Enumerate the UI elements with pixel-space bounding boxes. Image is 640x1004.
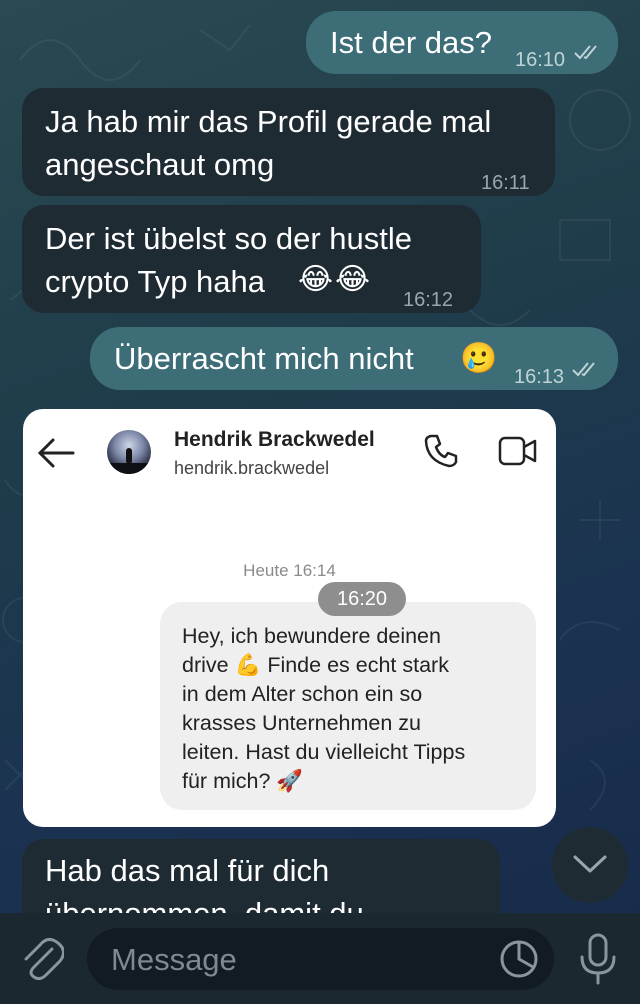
- dm-message-text: Hey, ich bewundere deinen drive 💪 Finde …: [182, 624, 466, 793]
- message-text: Überrascht mich nicht: [114, 341, 414, 376]
- mic-icon[interactable]: [578, 933, 618, 985]
- message-text-line1: Ja hab mir das Profil gerade mal: [45, 104, 492, 139]
- message-input[interactable]: Message: [87, 928, 554, 990]
- date-separator: Heute 16:14: [243, 561, 336, 580]
- attach-icon[interactable]: [20, 935, 64, 983]
- message-time: 16:12: [403, 289, 454, 311]
- image-time-badge: 16:20: [318, 582, 406, 616]
- contact-name: Hendrik Brackwedel: [174, 428, 375, 451]
- contact-handle: hendrik.brackwedel: [174, 458, 330, 478]
- phone-icon: [424, 434, 458, 468]
- screenshot-image-message[interactable]: Hendrik Brackwedel hendrik.brackwedel He…: [23, 409, 556, 827]
- message-placeholder: Message: [111, 942, 237, 977]
- sticker-icon[interactable]: [499, 939, 539, 979]
- video-icon: [498, 436, 537, 466]
- back-arrow-icon: [37, 438, 75, 468]
- message-outgoing-1[interactable]: Ist der das? 16:10: [306, 11, 618, 74]
- smiling-tear-emoji: 🥲: [460, 342, 498, 375]
- chevron-down-icon: [573, 855, 607, 873]
- avatar: [107, 430, 151, 474]
- message-time: 16:11: [481, 172, 530, 194]
- message-incoming-2[interactable]: Der ist übelst so der hustle crypto Typ …: [22, 205, 481, 313]
- message-text-line1: Der ist übelst so der hustle: [45, 221, 413, 256]
- message-incoming-1[interactable]: Ja hab mir das Profil gerade mal angesch…: [22, 88, 555, 196]
- message-time: 16:10: [515, 49, 566, 71]
- double-check-icon: [572, 362, 595, 377]
- laughing-emoji: 😂😂: [298, 263, 373, 296]
- message-time: 16:13: [514, 366, 565, 388]
- message-outgoing-2[interactable]: Überrascht mich nicht 🥲 16:13: [90, 327, 618, 390]
- message-composer: Message: [0, 913, 640, 1004]
- dm-message-bubble: Hey, ich bewundere deinen drive 💪 Finde …: [160, 602, 536, 810]
- double-check-icon: [574, 45, 597, 60]
- message-text-line1: Hab das mal für dich: [45, 853, 330, 888]
- scroll-down-button[interactable]: [552, 827, 628, 903]
- message-text: Ist der das?: [330, 25, 492, 60]
- message-text-line2: crypto Typ haha: [45, 264, 266, 299]
- message-text-line2: angeschaut omg: [45, 147, 275, 182]
